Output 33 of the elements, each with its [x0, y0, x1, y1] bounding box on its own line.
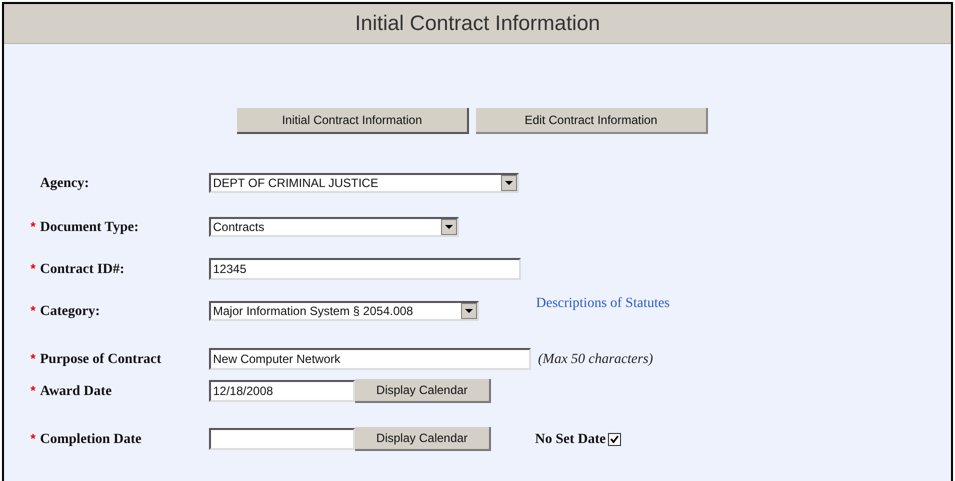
input-field[interactable]: 12345	[209, 258, 521, 280]
required-marker: *	[30, 383, 36, 398]
dropdown-arrow-icon	[505, 181, 513, 185]
field-label: Document Type:	[40, 218, 139, 236]
dropdown-arrow-icon	[445, 225, 453, 229]
calendar-button[interactable]: Display Calendar	[355, 427, 491, 451]
calendar-button[interactable]: Display Calendar	[355, 379, 491, 403]
required-marker: *	[30, 261, 36, 276]
dropdown-arrow-icon	[465, 309, 473, 313]
field-label: Award Date	[40, 382, 112, 400]
required-marker: *	[30, 351, 36, 366]
field-label: Category:	[40, 302, 100, 320]
checkbox[interactable]	[608, 432, 621, 446]
input-field[interactable]	[209, 428, 355, 450]
required-marker: *	[30, 219, 36, 234]
input-field[interactable]: New Computer Network	[209, 348, 531, 370]
required-marker: *	[30, 303, 36, 318]
tab-button[interactable]: Edit Contract Information	[476, 108, 708, 134]
checkbox-label: No Set Date	[535, 430, 606, 448]
page-header: Initial Contract Information	[4, 4, 951, 44]
tab-button[interactable]: Initial Contract Information	[237, 108, 469, 134]
statutes-link[interactable]: Descriptions of Statutes	[536, 292, 670, 314]
field-label: Contract ID#:	[40, 260, 124, 278]
dropdown[interactable]: Contracts	[209, 217, 459, 237]
field-label: Agency:	[40, 174, 89, 192]
input-field[interactable]: 12/18/2008	[209, 380, 355, 402]
check-icon	[610, 434, 619, 444]
field-label: Purpose of Contract	[40, 350, 162, 368]
field-label: Completion Date	[40, 430, 142, 448]
hint-text: (Max 50 characters)	[538, 350, 654, 368]
dropdown[interactable]: Major Information System § 2054.008	[209, 301, 479, 321]
required-marker: *	[30, 431, 36, 446]
dropdown[interactable]: DEPT OF CRIMINAL JUSTICE	[209, 173, 519, 193]
